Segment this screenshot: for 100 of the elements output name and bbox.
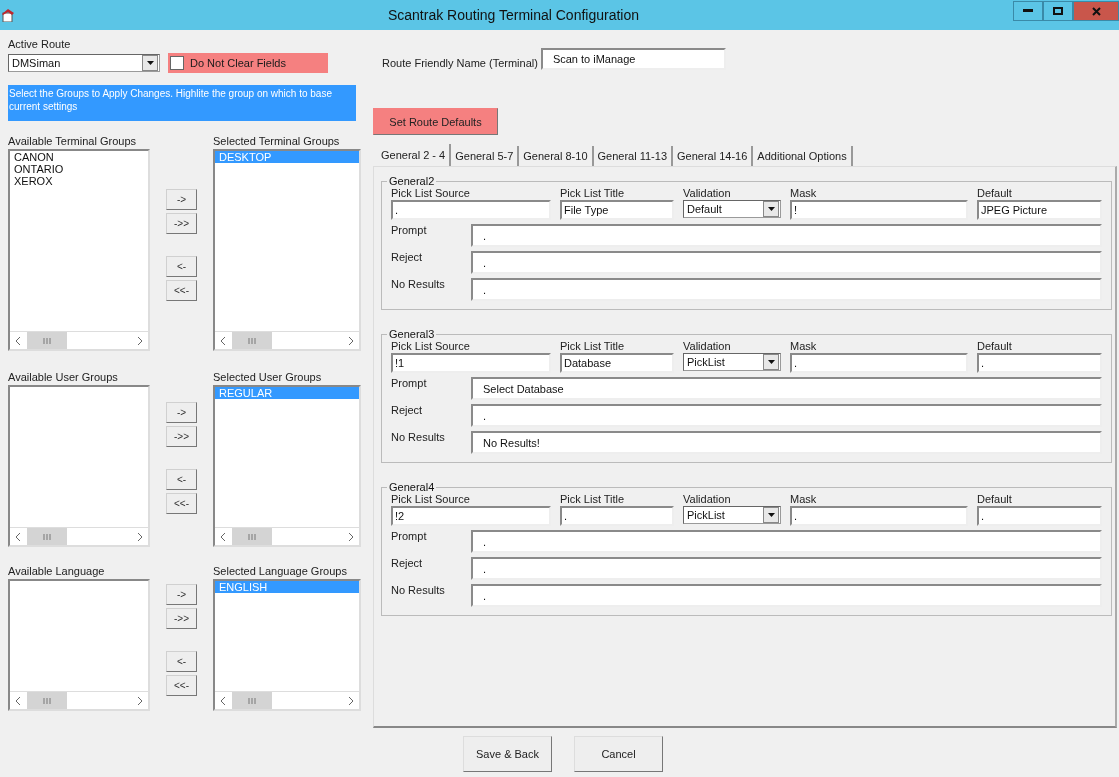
validation-dropdown[interactable]: PickList bbox=[683, 506, 781, 524]
text-field[interactable]: . bbox=[471, 278, 1102, 301]
text-field[interactable]: JPEG Picture bbox=[977, 200, 1102, 220]
move-button[interactable]: ->> bbox=[166, 213, 197, 234]
text-field[interactable]: !2 bbox=[391, 506, 551, 526]
horizontal-scrollbar[interactable] bbox=[215, 331, 359, 349]
do-not-clear-checkbox[interactable]: Do Not Clear Fields bbox=[168, 53, 328, 73]
move-button[interactable]: <<- bbox=[166, 675, 197, 696]
field-label: Prompt bbox=[391, 530, 428, 542]
list-box[interactable]: CANON ONTARIO XEROX bbox=[8, 149, 150, 351]
tab[interactable]: General 2 - 4 bbox=[379, 144, 452, 166]
field-label: Pick List Title bbox=[560, 340, 626, 352]
move-button[interactable]: <<- bbox=[166, 493, 197, 514]
list-item[interactable]: CANON bbox=[10, 151, 148, 163]
chevron-right-icon bbox=[137, 336, 142, 345]
text-field[interactable]: ! bbox=[790, 200, 968, 220]
move-button[interactable]: ->> bbox=[166, 426, 197, 447]
field-label: Mask bbox=[790, 340, 818, 352]
text-field[interactable]: . bbox=[471, 251, 1102, 274]
chevron-left-icon bbox=[16, 532, 21, 541]
route-name-field[interactable]: Scan to iManage bbox=[540, 48, 726, 70]
field-label: Route Friendly Name (Terminal) bbox=[382, 57, 538, 69]
move-button[interactable]: <- bbox=[166, 651, 197, 672]
move-button[interactable]: -> bbox=[166, 402, 197, 423]
field-label: Reject bbox=[391, 251, 424, 263]
field-label: Mask bbox=[790, 187, 818, 199]
list-item[interactable]: ONTARIO bbox=[10, 163, 148, 175]
list-item[interactable]: XEROX bbox=[10, 175, 148, 187]
field-label: Default bbox=[977, 340, 1013, 352]
list-label: Selected Language Groups bbox=[213, 565, 348, 577]
horizontal-scrollbar[interactable] bbox=[10, 331, 148, 349]
field-label: Pick List Source bbox=[391, 493, 471, 505]
text-field[interactable]: . bbox=[471, 404, 1102, 427]
horizontal-scrollbar[interactable] bbox=[10, 691, 148, 709]
text-field[interactable]: File Type bbox=[560, 200, 674, 220]
set-route-defaults-button[interactable]: Set Route Defaults bbox=[373, 108, 498, 135]
route-dropdown[interactable]: DMSiman bbox=[8, 54, 160, 72]
text-field[interactable]: . bbox=[790, 506, 968, 526]
tab[interactable]: General 5-7 bbox=[451, 146, 520, 166]
field-label: Active Route bbox=[8, 38, 72, 50]
list-label: Selected Terminal Groups bbox=[213, 135, 341, 147]
text-field[interactable]: . bbox=[471, 224, 1102, 247]
list-label: Available Language bbox=[8, 565, 106, 577]
field-label: Pick List Title bbox=[560, 187, 626, 199]
tab[interactable]: General 11-13 bbox=[593, 146, 674, 166]
move-button[interactable]: <- bbox=[166, 469, 197, 490]
minimize-button[interactable] bbox=[1013, 1, 1043, 21]
text-field[interactable]: . bbox=[790, 353, 968, 373]
list-box[interactable] bbox=[8, 579, 150, 711]
validation-dropdown[interactable]: PickList bbox=[683, 353, 781, 371]
grip-icon bbox=[248, 533, 256, 540]
horizontal-scrollbar[interactable] bbox=[215, 527, 359, 545]
caret-icon bbox=[767, 207, 775, 211]
text-field[interactable]: . bbox=[471, 530, 1102, 553]
text-field[interactable]: !1 bbox=[391, 353, 551, 373]
move-button[interactable]: ->> bbox=[166, 608, 197, 629]
field-label: Pick List Source bbox=[391, 340, 471, 352]
text-field[interactable]: Select Database bbox=[471, 377, 1102, 400]
move-button[interactable]: -> bbox=[166, 189, 197, 210]
field-label: Validation bbox=[683, 340, 732, 352]
caret-icon bbox=[767, 513, 775, 517]
text-field[interactable]: . bbox=[471, 557, 1102, 580]
list-box[interactable] bbox=[8, 385, 150, 547]
text-field[interactable]: . bbox=[977, 506, 1102, 526]
field-label: Mask bbox=[790, 493, 818, 505]
grip-icon bbox=[43, 697, 51, 704]
dialog-button[interactable]: Save & Back bbox=[463, 736, 552, 772]
maximize-button[interactable] bbox=[1043, 1, 1073, 21]
field-label: Prompt bbox=[391, 377, 428, 389]
text-field[interactable]: Database bbox=[560, 353, 674, 373]
caret-icon bbox=[146, 61, 154, 65]
tab[interactable]: General 14-16 bbox=[673, 146, 754, 166]
grip-icon bbox=[43, 533, 51, 540]
text-field[interactable]: . bbox=[391, 200, 551, 220]
horizontal-scrollbar[interactable] bbox=[215, 691, 359, 709]
text-field[interactable]: No Results! bbox=[471, 431, 1102, 454]
validation-dropdown[interactable]: Default bbox=[683, 200, 781, 218]
horizontal-scrollbar[interactable] bbox=[10, 527, 148, 545]
tab[interactable]: Additional Options bbox=[753, 146, 853, 166]
tab[interactable]: General 8-10 bbox=[519, 146, 594, 166]
list-label: Available User Groups bbox=[8, 371, 119, 383]
chevron-right-icon bbox=[348, 336, 353, 345]
move-button[interactable]: -> bbox=[166, 584, 197, 605]
move-button[interactable]: <- bbox=[166, 256, 197, 277]
group-title: General4 bbox=[388, 481, 436, 493]
move-button[interactable]: <<- bbox=[166, 280, 197, 301]
chevron-left-icon bbox=[16, 336, 21, 345]
minimize-icon bbox=[1023, 9, 1033, 13]
chevron-left-icon bbox=[221, 696, 226, 705]
chevron-left-icon bbox=[16, 696, 21, 705]
maximize-icon bbox=[1053, 7, 1063, 15]
list-label: Selected User Groups bbox=[213, 371, 323, 383]
text-field[interactable]: . bbox=[560, 506, 674, 526]
group-title: General3 bbox=[388, 328, 436, 340]
text-field[interactable]: . bbox=[471, 584, 1102, 607]
list-label: Available Terminal Groups bbox=[8, 135, 137, 147]
text-field[interactable]: . bbox=[977, 353, 1102, 373]
dialog-button[interactable]: Cancel bbox=[574, 736, 663, 772]
close-button[interactable] bbox=[1073, 1, 1119, 21]
caret-icon bbox=[767, 360, 775, 364]
